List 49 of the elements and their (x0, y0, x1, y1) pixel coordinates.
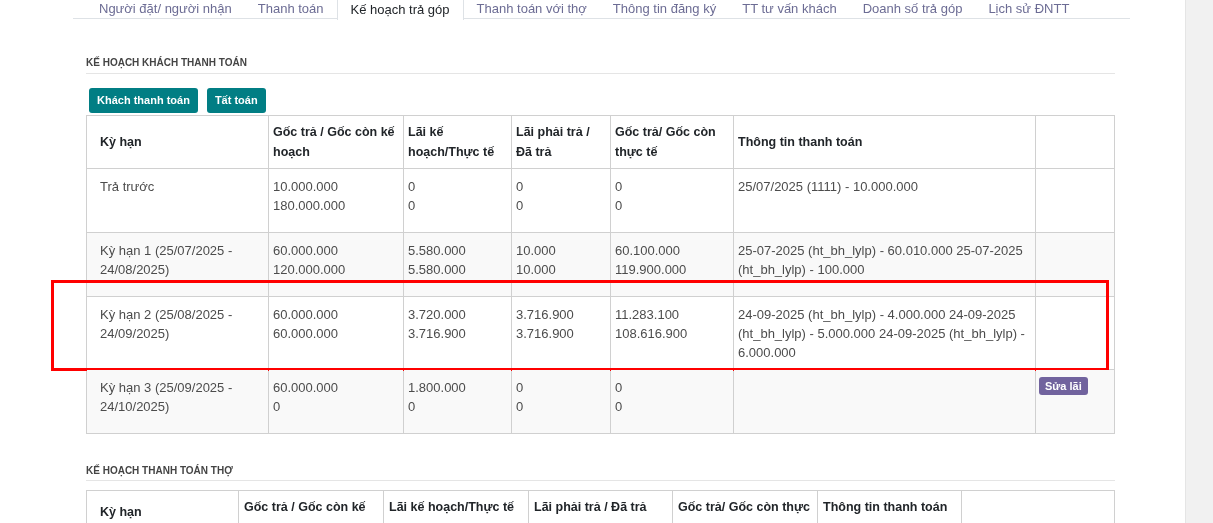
column-header: Gốc trả / Gốc còn kế (238, 490, 384, 523)
column-header: Kỳ hạn (86, 490, 239, 523)
table-cell-text: 3.720.000 3.716.900 (408, 305, 467, 343)
table-cell-text: 60.100.000 119.900.000 (615, 241, 688, 279)
table-cell-text: 0 0 (615, 378, 624, 416)
section-title: KẾ HOẠCH KHÁCH THANH TOÁN (86, 57, 247, 68)
table-cell-text: 0 0 (408, 177, 417, 215)
action-button[interactable]: Khách thanh toán (89, 87, 198, 113)
column-header: Lãi phải trả / Đã trả (511, 115, 611, 168)
tab[interactable]: Thanh toán với thợ (463, 0, 600, 19)
tab[interactable]: TT tư vấn khách (729, 0, 850, 19)
table-cell-text: 0 0 (516, 177, 525, 215)
action-button[interactable]: Tất toán (206, 87, 266, 113)
table-cell-text: 10.000.000 180.000.000 (273, 177, 347, 215)
table-cell-text: 25/07/2025 (1111) - 10.000.000 (738, 177, 919, 196)
column-header: Kỳ hạn (86, 115, 269, 168)
table-cell-text: 5.580.000 5.580.000 (408, 241, 467, 279)
column-header: Lãi kế hoạch/Thực tế (403, 115, 512, 168)
column-header: Gốc trả/ Gốc còn thực (672, 490, 818, 523)
table-cell-text: Kỳ hạn 3 (25/09/2025 - 24/10/2025) (100, 378, 234, 416)
table-cell-text: Kỳ hạn 1 (25/07/2025 - 24/08/2025) (100, 241, 234, 279)
tab[interactable]: Doanh số trả góp (849, 0, 976, 19)
column-header: Lãi kế hoạch/Thực tế (383, 490, 529, 523)
table-cell-text: 25-07-2025 (ht_bh_lylp) - 60.010.000 25-07-2025 (ht_bh_lylp) - 100.000 (738, 241, 1024, 279)
table-cell-text: Kỳ hạn 2 (25/08/2025 - 24/09/2025) (100, 305, 234, 343)
scrollbar[interactable] (1185, 0, 1213, 523)
table-cell-text: 0 0 (615, 177, 624, 215)
edit-interest-button[interactable]: Sửa lãi (1039, 376, 1088, 395)
column-header: Thông tin thanh toán (733, 115, 1036, 168)
tab[interactable]: Lịch sử ĐNTT (975, 0, 1083, 19)
table-cell-text: 60.000.000 60.000.000 (273, 305, 340, 343)
table-cell-text: 60.000.000 0 (273, 378, 340, 416)
table-cell-text: Trả trước (100, 177, 156, 196)
table-cell-text: 1.800.000 0 (408, 378, 467, 416)
section-title: KẾ HOẠCH THANH TOÁN THỢ (86, 464, 233, 476)
column-header: Gốc trả/ Gốc còn thực tế (610, 115, 734, 168)
table-cell-text: 60.000.000 120.000.000 (273, 241, 347, 279)
tab[interactable]: Người đặt/ người nhận (86, 0, 245, 19)
table-cell-text: 11.283.100 108.616.900 (615, 305, 689, 343)
column-header: Lãi phải trả / Đã trả (528, 490, 673, 523)
table-cell-text: 24-09-2025 (ht_bh_lylp) - 4.000.000 24-09-2025 (ht_bh_lylp) - 5.000.000 24-09-2025 (ht_bh_lylp) - 6.000.000 (738, 305, 1025, 362)
table-cell-text: 3.716.900 3.716.900 (516, 305, 575, 343)
tab[interactable]: Kế hoạch trả góp (336, 0, 464, 20)
tab[interactable]: Thanh toán (244, 0, 337, 19)
tab[interactable]: Thông tin đăng ký (599, 0, 730, 19)
table-cell-text: 10.000 10.000 (516, 241, 557, 279)
column-header: Thông tin thanh toán (817, 490, 962, 523)
column-header: Gốc trả / Gốc còn kế hoạch (268, 115, 404, 168)
table-cell-text: 0 0 (516, 378, 525, 416)
